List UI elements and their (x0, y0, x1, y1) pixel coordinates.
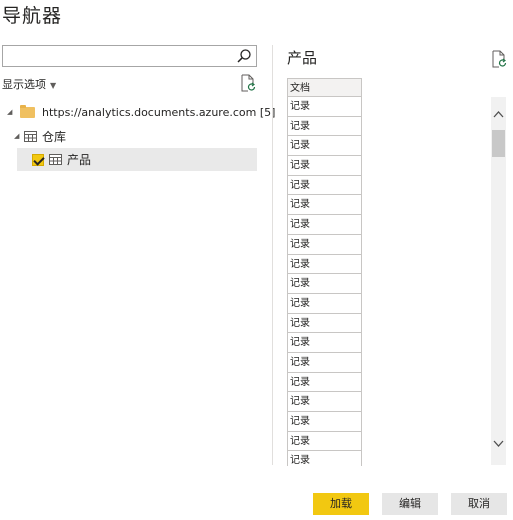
tree-item-warehouse[interactable]: ◢ 仓库 (14, 125, 66, 147)
tree-item-root[interactable]: ◢ https://analytics.documents.azure.com … (7, 101, 275, 123)
grid-cell: 记录 (288, 313, 362, 334)
grid-cell: 记录 (288, 195, 362, 216)
grid-cell: 记录 (288, 372, 362, 393)
chevron-down-icon[interactable] (491, 427, 506, 457)
search-box[interactable] (2, 45, 257, 67)
display-options-label: 显示选项 (2, 78, 46, 91)
vertical-scrollbar[interactable] (491, 97, 506, 465)
grid-cell: 记录 (288, 97, 362, 117)
refresh-icon[interactable] (491, 50, 507, 68)
preview-grid: 文档 记录 记录 记录 记录 记录 记录 记录 记录 记录 记录 记录 记录 记… (287, 78, 362, 466)
display-options-dropdown[interactable]: 显示选项 ▼ (2, 76, 56, 92)
preview-title: 产品 (287, 49, 318, 67)
chevron-up-icon[interactable] (491, 97, 506, 127)
table-icon (24, 130, 37, 142)
grid-cell: 记录 (288, 215, 362, 235)
edit-button[interactable]: 编辑 (382, 493, 438, 515)
grid-cell: 记录 (288, 431, 362, 452)
tree-item-product-label: 产品 (67, 153, 92, 167)
grid-cell: 记录 (288, 412, 362, 432)
expand-triangle-icon[interactable]: ◢ (7, 108, 17, 116)
product-checkbox[interactable] (32, 153, 44, 166)
grid-cell: 记录 (288, 175, 362, 196)
table-icon (49, 154, 62, 165)
grid-cell: 记录 (288, 136, 362, 157)
grid-cell: 记录 (288, 234, 362, 255)
grid-cell: 记录 (288, 116, 362, 137)
grid-cell: 记录 (288, 451, 362, 466)
expand-triangle-icon[interactable]: ◢ (14, 132, 24, 140)
tree-item-warehouse-label: 仓库 (42, 129, 67, 144)
panel-divider (272, 45, 273, 465)
grid-cell: 记录 (288, 156, 362, 176)
column-header[interactable]: 文档 (288, 78, 362, 97)
refresh-icon[interactable] (240, 74, 256, 92)
navigator-title: 导航器 (2, 5, 63, 27)
cancel-button[interactable]: 取消 (451, 493, 507, 515)
load-button[interactable]: 加载 (313, 493, 369, 515)
grid-cell: 记录 (288, 254, 362, 275)
folder-icon (20, 104, 35, 118)
grid-cell: 记录 (288, 352, 362, 373)
grid-cell: 记录 (288, 274, 362, 294)
grid-cell: 记录 (288, 293, 362, 314)
grid-cell: 记录 (288, 392, 362, 412)
chevron-down-icon: ▼ (50, 81, 57, 90)
tree-item-product[interactable]: 产品 (17, 148, 257, 171)
scrollbar-thumb[interactable] (492, 130, 505, 157)
tree-item-root-label: https://analytics.documents.azure.com [5… (42, 105, 276, 119)
grid-cell: 记录 (288, 333, 362, 353)
search-icon[interactable] (236, 48, 252, 64)
search-input[interactable] (3, 46, 233, 66)
